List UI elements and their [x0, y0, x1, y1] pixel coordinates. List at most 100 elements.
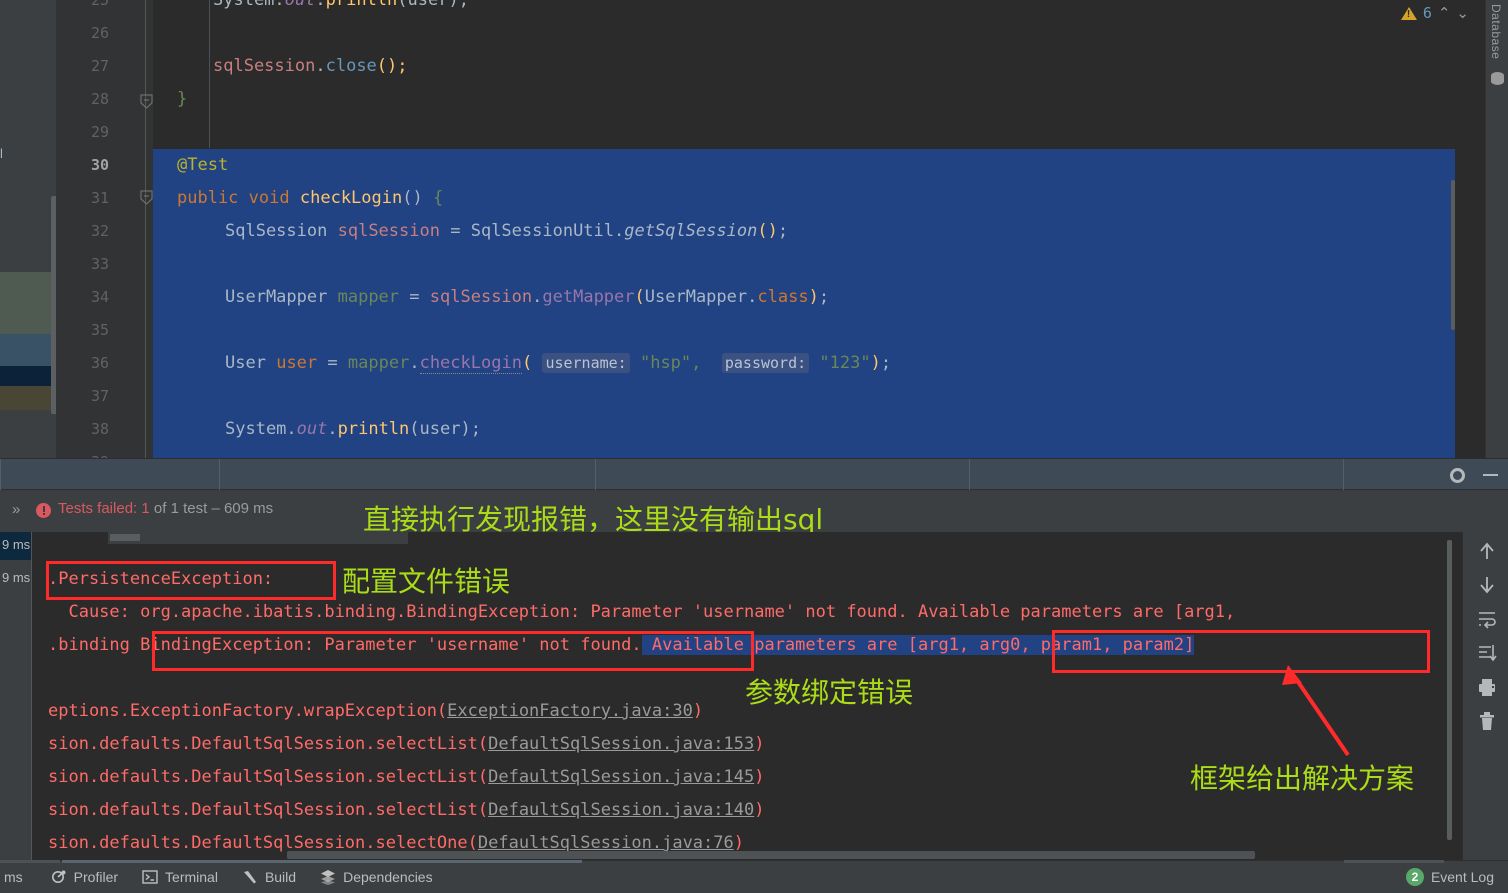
- stack-link[interactable]: DefaultSqlSession.java:145: [488, 767, 754, 787]
- line-number: 35: [90, 321, 109, 339]
- next-problem-chevron-icon[interactable]: ⌄: [1456, 4, 1469, 22]
- print-icon[interactable]: [1476, 676, 1498, 698]
- right-tool-window-bar[interactable]: Database: [1485, 0, 1508, 458]
- arrow-up-icon[interactable]: [1476, 540, 1498, 562]
- code-text-area[interactable]: System.out.println(user); sqlSession.clo…: [153, 0, 1455, 458]
- code-line-37: [153, 380, 1455, 413]
- console-horizontal-scrollbar[interactable]: [287, 851, 1255, 859]
- console-vertical-scrollbar[interactable]: [1447, 540, 1452, 840]
- minimize-icon[interactable]: [1483, 474, 1498, 476]
- statusbar-item-build[interactable]: Build: [242, 869, 296, 885]
- previous-problem-chevron-icon[interactable]: ⌃: [1438, 4, 1451, 22]
- line-number: 33: [90, 255, 109, 273]
- stack-text-end: ): [733, 833, 744, 853]
- stack-link[interactable]: DefaultSqlSession.java:76: [478, 833, 734, 853]
- console-line-cause: Cause: org.apache.ibatis.binding.Binding…: [48, 602, 1236, 622]
- terminal-icon: [142, 870, 158, 884]
- line-number: 27: [90, 57, 109, 75]
- param-hint-password: password:: [721, 353, 810, 373]
- left-panel-band-3: [0, 366, 56, 386]
- stack-text-end: ): [754, 800, 765, 820]
- console-stack-line-2: sion.defaults.DefaultSqlSession.selectLi…: [48, 728, 764, 761]
- test-duration: 9 ms: [2, 570, 31, 585]
- editor-gutter[interactable]: 25 26 27 28 29 30 31 32 33 34 35 36 37 3…: [56, 0, 174, 458]
- statusbar-label: Profiler: [73, 869, 119, 885]
- left-tool-panel-sliver: l: [0, 0, 59, 458]
- tests-failed-label: Tests failed:: [58, 500, 138, 517]
- annotation-arrow: [1282, 665, 1350, 757]
- code-line-38: System.out.println(user);: [153, 413, 1455, 446]
- console-tool-column[interactable]: [1462, 532, 1508, 860]
- line-number: 31: [90, 189, 109, 207]
- gear-icon[interactable]: [1450, 467, 1465, 483]
- total-count-label: of 1 test –: [153, 500, 220, 517]
- test-duration: 9 ms: [2, 537, 31, 552]
- duration-label: 609 ms: [223, 500, 274, 517]
- console-top-scrollbar-track[interactable]: [108, 532, 408, 544]
- run-toolbar-band[interactable]: [0, 458, 1508, 491]
- param-hint-username: username:: [542, 353, 630, 373]
- editor-marker-strip[interactable]: [1455, 0, 1475, 458]
- code-line-34: UserMapper mapper = sqlSession.getMapper…: [153, 281, 1455, 314]
- stack-link[interactable]: ExceptionFactory.java:30: [447, 701, 693, 721]
- code-line-25: System.out.println(user);: [213, 0, 469, 10]
- database-icon: [1491, 72, 1504, 85]
- line-number: 34: [90, 288, 109, 306]
- arrow-down-icon[interactable]: [1476, 574, 1498, 596]
- line-number: 30: [90, 156, 109, 174]
- left-panel-label: l: [0, 146, 3, 161]
- stack-link[interactable]: DefaultSqlSession.java:140: [488, 800, 754, 820]
- statusbar-item-terminal[interactable]: Terminal: [142, 869, 218, 885]
- delete-trash-icon[interactable]: [1476, 710, 1498, 732]
- test-tree-sliver[interactable]: 9 ms 9 ms: [0, 532, 32, 860]
- code-line-31: public void checkLogin() {: [153, 182, 1455, 215]
- ide-window: l 25 26 27 28 29 30 31 32 33 34 35 36 37…: [0, 0, 1508, 893]
- statusbar-item-dependencies[interactable]: Dependencies: [320, 869, 433, 885]
- stack-link[interactable]: DefaultSqlSession.java:153: [488, 734, 754, 754]
- binding-prefix: .binding: [48, 635, 141, 655]
- code-line-39: [153, 446, 1455, 458]
- statusbar-item-event-log[interactable]: 2 Event Log: [1405, 868, 1494, 886]
- line-number: 29: [90, 123, 109, 141]
- failed-count: 1: [141, 500, 150, 517]
- test-status-text: Tests failed: 1 of 1 test – 609 ms: [58, 500, 273, 517]
- line-number: 26: [90, 24, 109, 42]
- fold-rail: [145, 0, 146, 458]
- annotation-config-error: 配置文件错误: [342, 565, 511, 598]
- code-line-28: }: [177, 89, 188, 109]
- build-hammer-icon: [243, 871, 256, 884]
- stack-text: sion.defaults.DefaultSqlSession.selectLi…: [48, 767, 489, 787]
- fold-shield-icon[interactable]: [140, 94, 153, 109]
- highlight-box-persistence: [46, 561, 336, 600]
- code-line-36: User user = mapper.checkLogin( username:…: [153, 347, 1455, 380]
- code-editor[interactable]: l 25 26 27 28 29 30 31 32 33 34 35 36 37…: [0, 0, 1508, 458]
- line-number: 28: [90, 90, 109, 108]
- expand-chevrons-icon[interactable]: »: [12, 501, 20, 518]
- code-line-35: [153, 314, 1455, 347]
- line-number: 38: [90, 420, 109, 438]
- event-log-badge: 2: [1405, 868, 1424, 886]
- statusbar-item-profiler[interactable]: Profiler: [51, 869, 118, 885]
- soft-wrap-icon[interactable]: [1476, 608, 1498, 630]
- highlight-box-binding: [152, 631, 754, 671]
- console-top-scrollbar-thumb[interactable]: [110, 534, 140, 541]
- annotation-param-binding-error: 参数绑定错误: [745, 676, 914, 709]
- fold-shield-icon[interactable]: [140, 190, 153, 205]
- sidebar-item-database[interactable]: Database: [1489, 4, 1503, 59]
- profiler-icon: [51, 870, 66, 883]
- inspection-widget[interactable]: 6 ⌃ ⌄: [1395, 0, 1475, 26]
- dependencies-icon: [321, 870, 336, 885]
- left-panel-band-4: [0, 386, 56, 410]
- error-icon: [36, 503, 51, 518]
- line-number: 36: [90, 354, 109, 372]
- statusbar-label: Dependencies: [343, 869, 433, 885]
- stack-text-end: ): [692, 701, 704, 721]
- statusbar-label: Event Log: [1430, 869, 1494, 885]
- statusbar-ms-label: ms: [4, 869, 23, 885]
- code-line-32: SqlSession sqlSession = SqlSessionUtil.g…: [153, 215, 1455, 248]
- scroll-to-end-icon[interactable]: [1476, 642, 1498, 664]
- code-line-27: sqlSession.close();: [213, 56, 408, 76]
- statusbar-label: Build: [264, 869, 297, 885]
